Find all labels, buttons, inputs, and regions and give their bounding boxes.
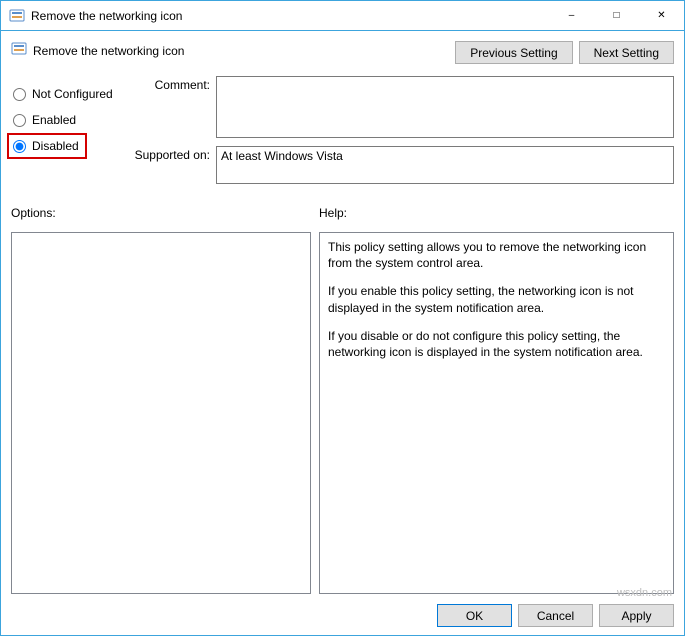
state-radio-group: Not Configured Enabled Disabled bbox=[11, 76, 131, 192]
help-text: If you enable this policy setting, the n… bbox=[328, 283, 665, 315]
cancel-button[interactable]: Cancel bbox=[518, 604, 593, 627]
maximize-button[interactable]: □ bbox=[594, 1, 639, 30]
help-label: Help: bbox=[319, 206, 674, 220]
radio-enabled-input[interactable] bbox=[13, 114, 26, 127]
help-text: If you disable or do not configure this … bbox=[328, 328, 665, 360]
radio-not-configured[interactable]: Not Configured bbox=[11, 81, 131, 107]
content-area: Remove the networking icon Previous Sett… bbox=[1, 31, 684, 635]
radio-enabled[interactable]: Enabled bbox=[11, 107, 131, 133]
comment-label: Comment: bbox=[131, 76, 216, 138]
help-text: This policy setting allows you to remove… bbox=[328, 239, 665, 271]
radio-disabled-input[interactable] bbox=[13, 140, 26, 153]
titlebar: Remove the networking icon ‒ □ ✕ bbox=[1, 1, 684, 31]
dialog-footer: OK Cancel Apply bbox=[11, 594, 674, 627]
minimize-button[interactable]: ‒ bbox=[549, 1, 594, 30]
previous-setting-button[interactable]: Previous Setting bbox=[455, 41, 572, 64]
window-title: Remove the networking icon bbox=[31, 9, 182, 23]
radio-label: Disabled bbox=[32, 139, 79, 153]
radio-disabled[interactable]: Disabled bbox=[7, 133, 87, 159]
close-button[interactable]: ✕ bbox=[639, 1, 684, 30]
supported-on-label: Supported on: bbox=[131, 146, 216, 184]
options-label: Options: bbox=[11, 206, 311, 220]
radio-label: Not Configured bbox=[32, 87, 113, 101]
comment-input[interactable] bbox=[216, 76, 674, 138]
policy-icon bbox=[9, 8, 25, 24]
help-panel: This policy setting allows you to remove… bbox=[319, 232, 674, 594]
ok-button[interactable]: OK bbox=[437, 604, 512, 627]
apply-button[interactable]: Apply bbox=[599, 604, 674, 627]
next-setting-button[interactable]: Next Setting bbox=[579, 41, 674, 64]
supported-on-value bbox=[216, 146, 674, 184]
policy-title: Remove the networking icon bbox=[33, 44, 184, 58]
radio-label: Enabled bbox=[32, 113, 76, 127]
options-panel bbox=[11, 232, 311, 594]
policy-icon bbox=[11, 41, 27, 60]
radio-not-configured-input[interactable] bbox=[13, 88, 26, 101]
